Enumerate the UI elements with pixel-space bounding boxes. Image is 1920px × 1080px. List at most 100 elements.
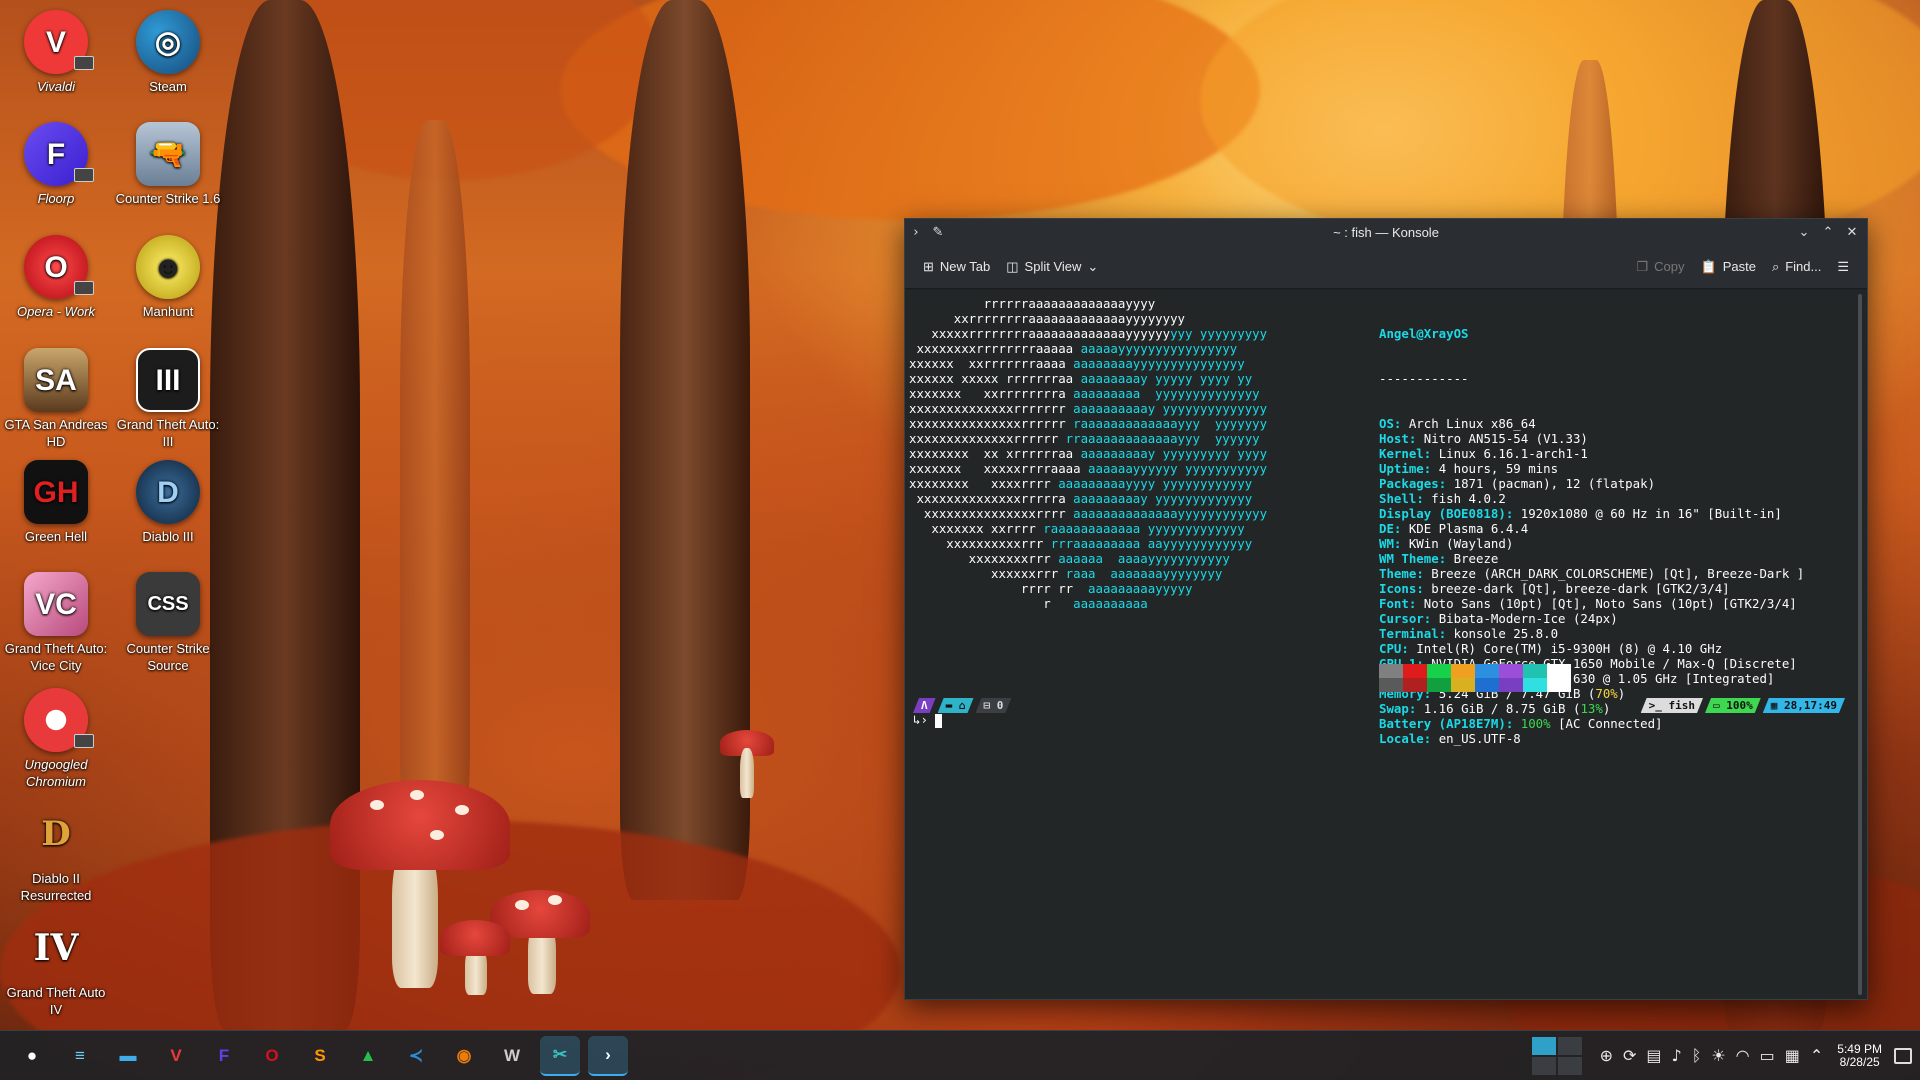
palette-swatch — [1403, 678, 1427, 692]
vectorize-icon[interactable]: ▲ — [348, 1036, 388, 1076]
floorp-taskbar-icon[interactable]: F — [204, 1036, 244, 1076]
wifi-icon[interactable]: ◠ — [1736, 1046, 1750, 1065]
info-line: Locale: en_US.UTF-8 — [1379, 731, 1521, 746]
info-value: 4 hours, 59 mins — [1438, 461, 1559, 476]
bluetooth-icon[interactable]: ᛒ — [1692, 1046, 1702, 1065]
minimize-icon[interactable]: ⌄ — [1793, 221, 1815, 243]
desktop-icon-diablo-iii[interactable]: D Diablo III — [113, 460, 223, 545]
sublime-text-icon[interactable]: S — [300, 1036, 340, 1076]
terminal-area[interactable]: rrrrrraaaaaaaaaaaaayyyy xxrrrrrrrraaaaaa… — [905, 290, 1853, 999]
prompt-arrow-icon: ↳› — [913, 712, 928, 727]
desktop-icon-opera[interactable]: O Opera - Work — [1, 235, 111, 320]
shell-name: fish — [1668, 699, 1696, 712]
chevron-down-icon: ⌄ — [1087, 258, 1099, 274]
info-line: Host: Nitro AN515-54 (V1.33) — [1379, 431, 1588, 446]
desktop-icon-ungoogled-chromium[interactable]: Ungoogled Chromium — [1, 688, 111, 790]
desktop-icon-gta-vice-city[interactable]: VC Grand Theft Auto: Vice City — [1, 572, 111, 674]
close-icon[interactable]: ✕ — [1841, 221, 1863, 243]
prompt-time-segment: ▦ 28,17:49 — [1763, 698, 1845, 713]
desktop-icon-label: Steam — [149, 79, 187, 94]
desktop-4[interactable] — [1557, 1056, 1582, 1075]
palette-swatch — [1403, 664, 1427, 678]
logo-line: xxxxxxxx xxxxrrrr aaaaaaaaayyyy yyyyyyyy… — [909, 476, 1267, 491]
steam-wine-icon[interactable]: W — [492, 1036, 532, 1076]
update-icon[interactable]: ⟳ — [1623, 1046, 1636, 1065]
logo-line-white: xxxxxxx xxxxxrrrraaaa — [909, 461, 1089, 476]
window-title: ~ : fish — Konsole — [1333, 224, 1439, 240]
chevron-up-icon[interactable]: ⌃ — [1810, 1046, 1823, 1065]
digital-clock[interactable]: 5:49 PM 8/28/25 — [1837, 1042, 1882, 1069]
desktop-icon-diablo-ii[interactable]: D Diablo II Resurrected — [1, 802, 111, 904]
info-key: Uptime — [1379, 461, 1424, 476]
palette-swatch — [1427, 678, 1451, 692]
desktop-icon-gta-san-andreas[interactable]: SA GTA San Andreas HD — [1, 348, 111, 450]
virtual-desktop-pager[interactable] — [1531, 1036, 1582, 1075]
desktop-3[interactable] — [1531, 1056, 1556, 1075]
brightness-icon[interactable]: ☀ — [1711, 1046, 1725, 1065]
vpn-icon[interactable]: ⊕ — [1600, 1046, 1613, 1065]
clipboard-icon[interactable]: ▤ — [1646, 1046, 1661, 1065]
file-manager-icon[interactable]: ▬ — [108, 1036, 148, 1076]
system-settings-icon[interactable]: ≡ — [60, 1036, 100, 1076]
new-tab-button[interactable]: ⊞ New Tab — [915, 255, 998, 279]
prompt-battery-segment: ▭ 100% — [1705, 698, 1761, 713]
desktop-icon-gta-iv[interactable]: IV Grand Theft Auto IV — [1, 916, 111, 1018]
logo-line-cyan: aaaaaaaay yyyyy yyyy yy — [1080, 371, 1253, 386]
opera-taskbar-icon[interactable]: O — [252, 1036, 292, 1076]
desktop-icon-gta-iii[interactable]: III Grand Theft Auto: III — [113, 348, 223, 450]
vivaldi-taskbar-icon[interactable]: V — [156, 1036, 196, 1076]
split-view-button[interactable]: ◫ Split View ⌄ — [998, 255, 1106, 279]
desktop-2[interactable] — [1557, 1036, 1582, 1055]
desktop-icon-vivaldi[interactable]: V Vivaldi — [1, 10, 111, 95]
battery-tray-icon[interactable]: ▭ — [1760, 1046, 1775, 1065]
volume-icon[interactable]: ♪ — [1672, 1046, 1682, 1065]
desktop-icon-steam[interactable]: ◎ Steam — [113, 10, 223, 95]
copy-button[interactable]: ❐ Copy — [1628, 255, 1692, 279]
blender-icon[interactable]: ◉ — [444, 1036, 484, 1076]
logo-line-white: xxxxxxxxxxxxxxxrrrr — [909, 506, 1074, 521]
prompt-input-line[interactable]: ↳› — [913, 712, 943, 728]
gta-iv-icon: IV — [33, 926, 79, 969]
terminal-scrollbar[interactable] — [1853, 290, 1867, 999]
show-desktop-icon[interactable] — [1894, 1047, 1912, 1064]
taskbar-glyph: V — [170, 1045, 182, 1065]
maximize-icon[interactable]: ⌃ — [1817, 221, 1839, 243]
opera-icon: O — [24, 235, 94, 299]
desktop-icon-counter-strike-source[interactable]: CSS Counter Strike Source — [113, 572, 223, 674]
find-button[interactable]: ⌕ Find... — [1764, 255, 1829, 279]
hamburger-menu-icon: ☰ — [1837, 258, 1849, 274]
scrollbar-thumb[interactable] — [1858, 294, 1862, 995]
desktop-icon-label: Counter Strike 1.6 — [115, 191, 221, 206]
desktop-icon-manhunt[interactable]: ☻ Manhunt — [113, 235, 223, 320]
logo-line-cyan: rraaaaaaaaaaaaayyy yyyyyy — [1065, 431, 1260, 446]
desktop-icon-label: Grand Theft Auto: III — [116, 417, 220, 449]
logo-line-cyan: aaaaaa aaaayyyyyyyyyyy — [1058, 551, 1230, 566]
desktop-icon-counter-strike[interactable]: 🔫 Counter Strike 1.6 — [113, 122, 223, 207]
counter-strike-icon: 🔫 — [136, 122, 200, 186]
logo-line: xxxxxx xxrrrrrrraaaa aaaaaaaayyyyyyyyyyy… — [909, 356, 1267, 371]
pin-icon[interactable]: ✎ — [927, 221, 949, 243]
desktop-icon-floorp[interactable]: F Floorp — [1, 122, 111, 207]
desktop-icon-green-hell[interactable]: GH Green Hell — [1, 460, 111, 545]
hamburger-menu-button[interactable]: ☰ — [1829, 255, 1857, 279]
manhunt-icon: ☻ — [136, 235, 200, 299]
desktop-icon-label: Green Hell — [24, 529, 88, 544]
info-line: Terminal: konsole 25.8.0 — [1379, 626, 1559, 641]
kdenlive-icon[interactable]: ✂ — [540, 1035, 580, 1076]
paste-button[interactable]: 📋 Paste — [1693, 255, 1764, 279]
logo-line-white: xxxxxxxxxxrrr — [909, 536, 1051, 551]
copy-label: Copy — [1654, 259, 1685, 274]
window-titlebar[interactable]: › ✎ ~ : fish — Konsole ⌄ ⌃ ✕ — [905, 219, 1867, 245]
info-line: Uptime: 4 hours, 59 mins — [1379, 461, 1559, 476]
palette-swatch — [1427, 664, 1451, 678]
konsole-taskbar-icon[interactable]: › — [588, 1035, 628, 1076]
logo-line-white: xxxxxxxxrrrrrrrraaaaa — [909, 341, 1081, 356]
vscode-icon[interactable]: ≺ — [396, 1036, 436, 1076]
cpu-monitor-icon[interactable]: ▦ — [1785, 1046, 1800, 1065]
info-key: DE — [1379, 521, 1394, 536]
logo-line-white: xxxxxrrrrrrrraaaaaaaaaaaaayyyyyy — [909, 326, 1171, 341]
konsole-app-icon[interactable]: › — [905, 221, 927, 243]
app-launcher-icon[interactable]: ● — [12, 1036, 52, 1076]
desktop-1[interactable] — [1531, 1036, 1556, 1055]
jobs-icon: ⊟ — [983, 699, 997, 712]
